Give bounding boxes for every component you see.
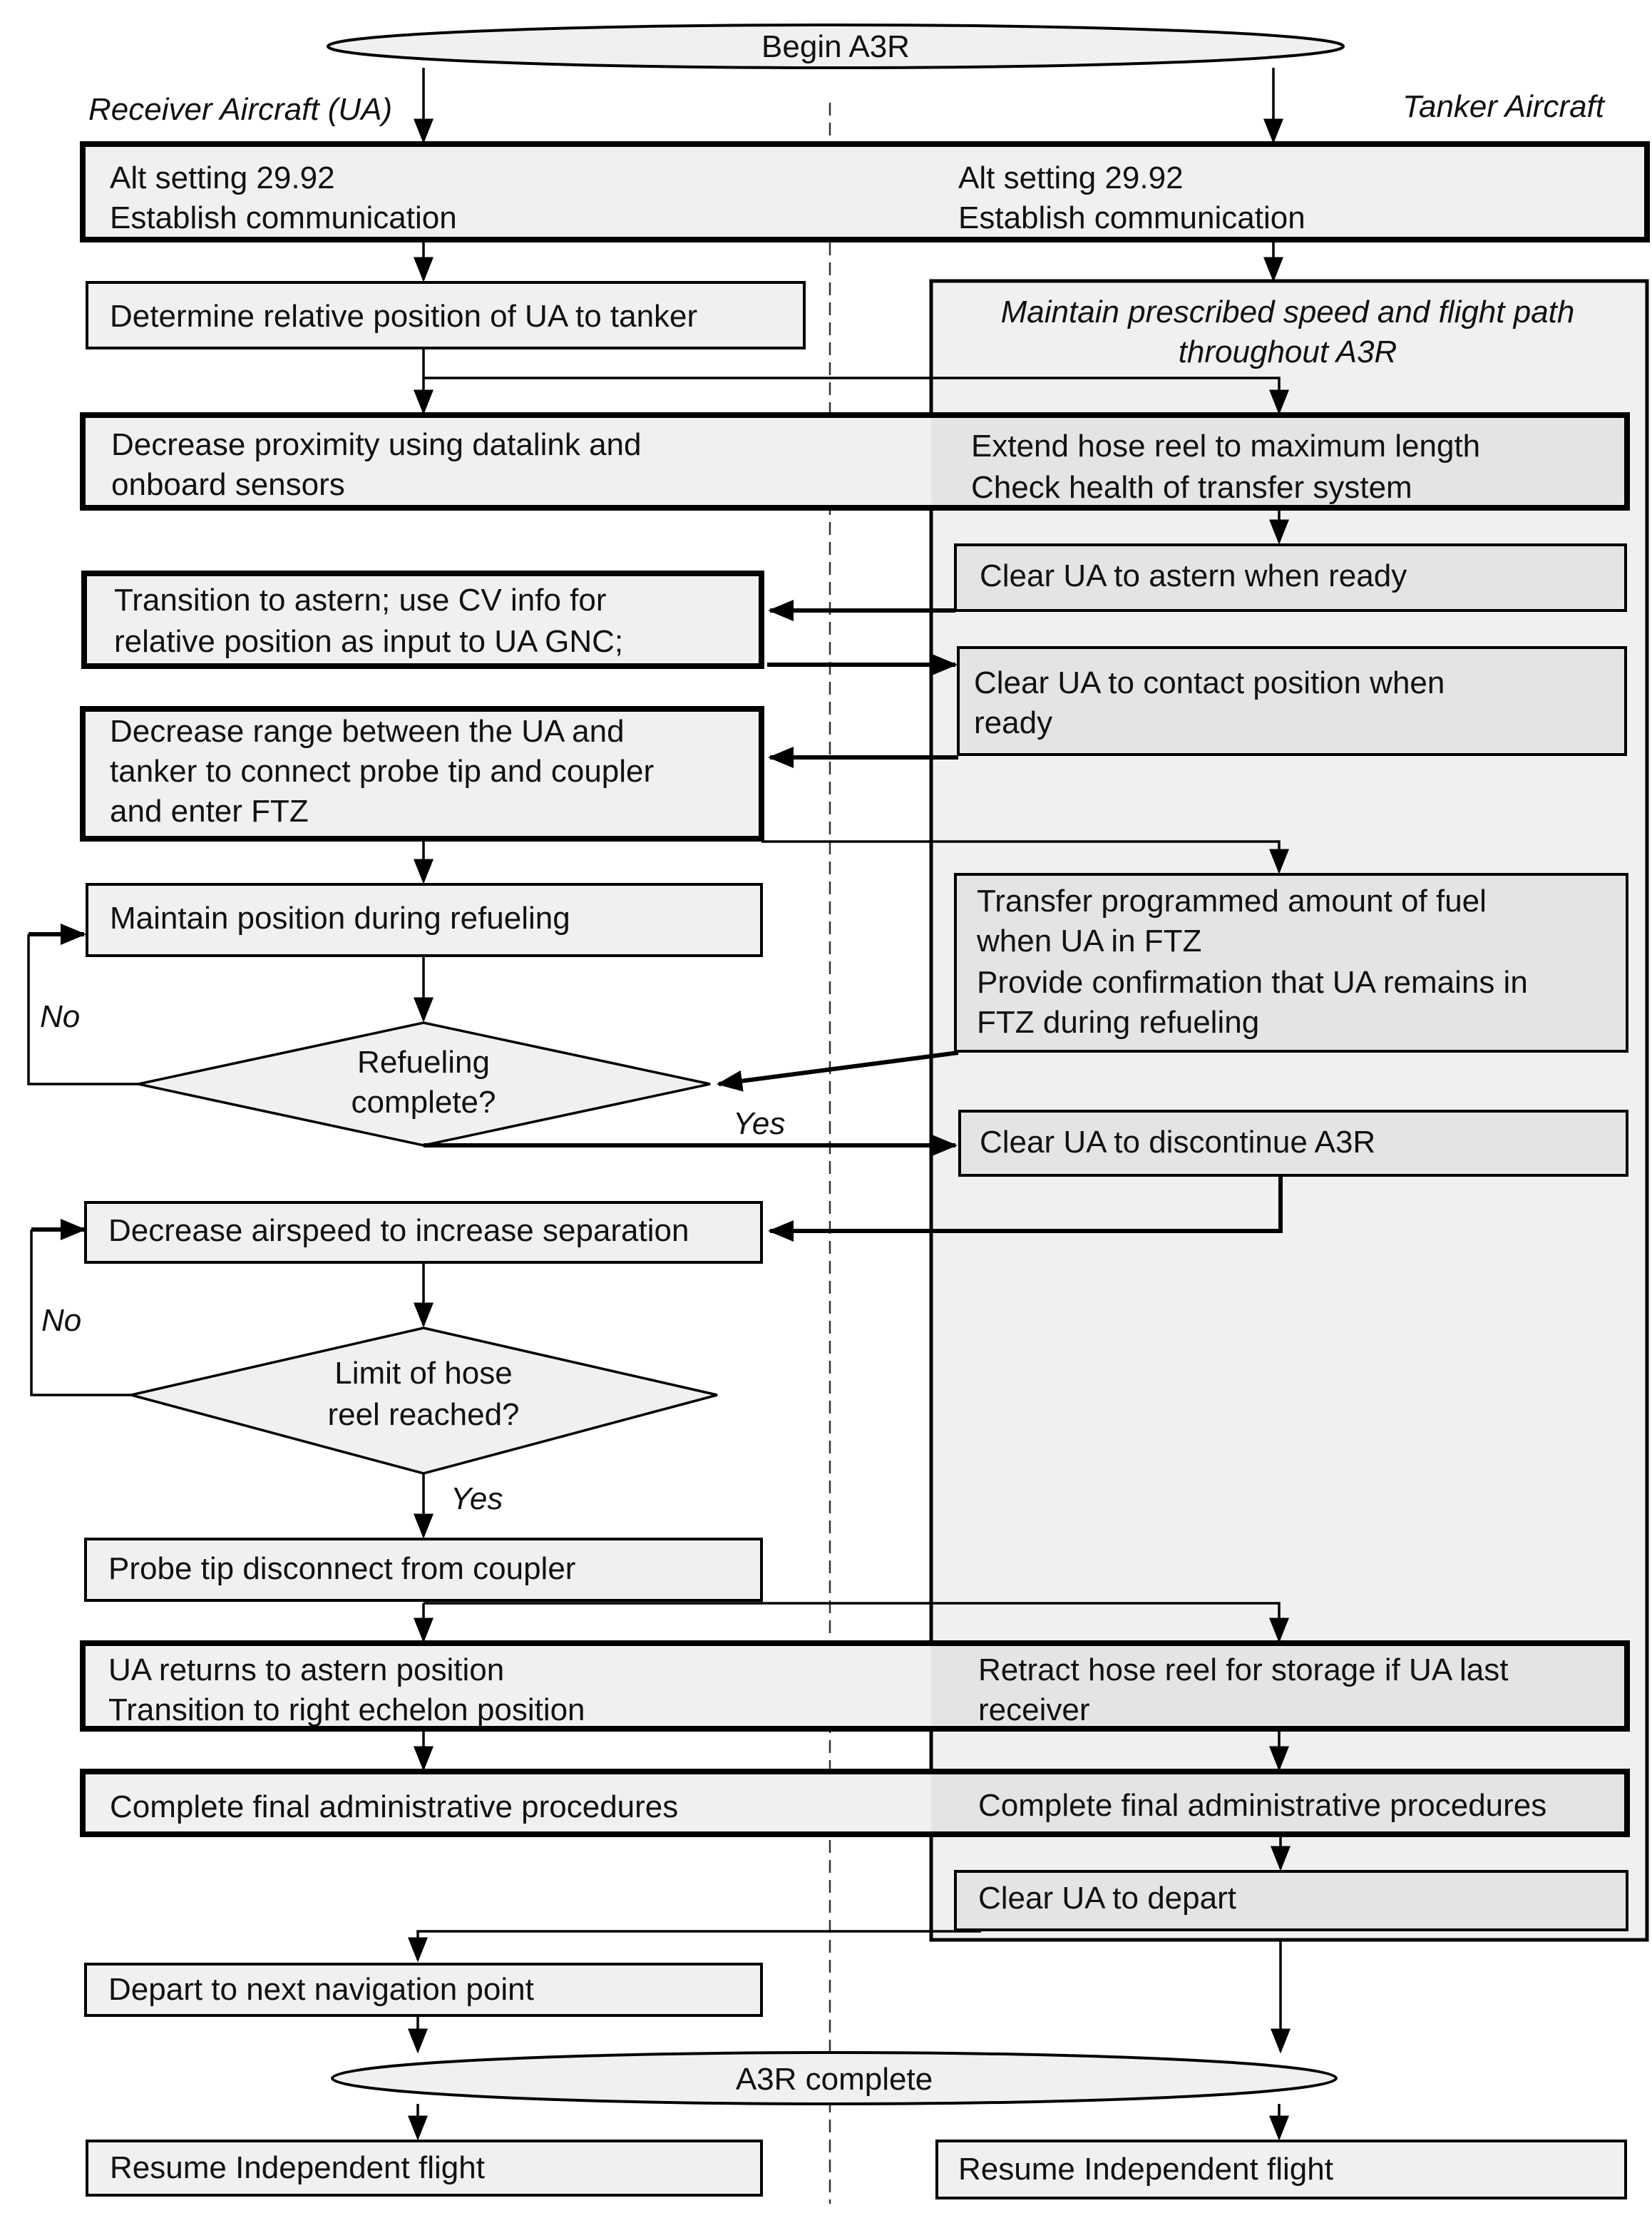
- tanker-resume-label: Resume Independent flight: [958, 2152, 1333, 2187]
- return-left-line2: Transition to right echelon position: [108, 1692, 585, 1727]
- tanker-container-title: Maintain prescribed speed and flight pat…: [1001, 295, 1575, 329]
- setup-right-line1: Alt setting 29.92: [958, 160, 1184, 195]
- end-label: A3R complete: [736, 2062, 933, 2097]
- decrease-range-line3: and enter FTZ: [110, 794, 309, 829]
- yes-label-refueling: Yes: [733, 1106, 785, 1141]
- approach-left-line1: Decrease proximity using datalink and: [111, 427, 642, 462]
- no-label-hose: No: [41, 1303, 81, 1338]
- decrease-airspeed-label: Decrease airspeed to increase separation: [108, 1213, 689, 1248]
- a3r-flowchart: Maintain prescribed speed and flight pat…: [0, 0, 1652, 2218]
- connector: [408, 1930, 981, 1963]
- clear-discontinue-label: Clear UA to discontinue A3R: [980, 1125, 1375, 1160]
- clear-astern-label: Clear UA to astern when ready: [980, 558, 1407, 593]
- tanker-container-title-2: throughout A3R: [1179, 334, 1397, 369]
- lane-label-receiver: Receiver Aircraft (UA): [88, 92, 392, 127]
- return-right-line2: receiver: [978, 1692, 1090, 1727]
- yes-label-hose: Yes: [451, 1481, 503, 1516]
- clear-depart-label: Clear UA to depart: [978, 1881, 1236, 1916]
- transfer-line2: when UA in FTZ: [976, 924, 1201, 959]
- lane-label-tanker: Tanker Aircraft: [1402, 89, 1606, 124]
- return-left-line1: UA returns to astern position: [108, 1652, 504, 1687]
- transition-line1: Transition to astern; use CV info for: [114, 583, 606, 618]
- arrow: [717, 1051, 959, 1092]
- transfer-line1: Transfer programmed amount of fuel: [977, 884, 1487, 919]
- disconnect-label: Probe tip disconnect from coupler: [108, 1551, 575, 1586]
- depart-label: Depart to next navigation point: [108, 1972, 534, 2007]
- transfer-line3: Provide confirmation that UA remains in: [977, 965, 1528, 1000]
- begin-label: Begin A3R: [761, 29, 910, 64]
- decrease-range-line2: tanker to connect probe tip and coupler: [110, 754, 654, 789]
- approach-right-line1: Extend hose reel to maximum length: [971, 429, 1480, 464]
- decision-refueling-complete: [138, 1021, 711, 1147]
- approach-right-line2: Check health of transfer system: [971, 470, 1412, 505]
- clear-contact-line1: Clear UA to contact position when: [974, 665, 1445, 700]
- flowchart-svg: Maintain prescribed speed and flight pat…: [27, 24, 1650, 2204]
- decision-refueling-line1: Refueling: [357, 1045, 490, 1080]
- clear-contact-line2: ready: [974, 705, 1052, 740]
- decision-hose-line1: Limit of hose: [334, 1356, 512, 1391]
- decrease-range-line1: Decrease range between the UA and: [110, 714, 625, 749]
- admin-left-label: Complete final administrative procedures: [110, 1789, 678, 1824]
- setup-right-line2: Establish communication: [958, 200, 1305, 235]
- admin-right-label: Complete final administrative procedures: [978, 1788, 1546, 1823]
- determine-label: Determine relative position of UA to tan…: [110, 299, 697, 334]
- clear-contact-box: [957, 646, 1627, 756]
- approach-left-line2: onboard sensors: [111, 467, 345, 502]
- transfer-line4: FTZ during refueling: [977, 1005, 1259, 1040]
- maintain-label: Maintain position during refueling: [110, 901, 570, 936]
- receiver-resume-label: Resume Independent flight: [110, 2150, 485, 2185]
- return-right-line1: Retract hose reel for storage if UA last: [978, 1652, 1508, 1687]
- decision-refueling-line2: complete?: [351, 1085, 496, 1120]
- setup-left-line1: Alt setting 29.92: [110, 160, 335, 195]
- transition-line2: relative position as input to UA GNC;: [114, 624, 623, 659]
- no-label-refueling: No: [40, 999, 80, 1034]
- setup-left-line2: Establish communication: [110, 200, 457, 235]
- decision-hose-line2: reel reached?: [327, 1397, 519, 1432]
